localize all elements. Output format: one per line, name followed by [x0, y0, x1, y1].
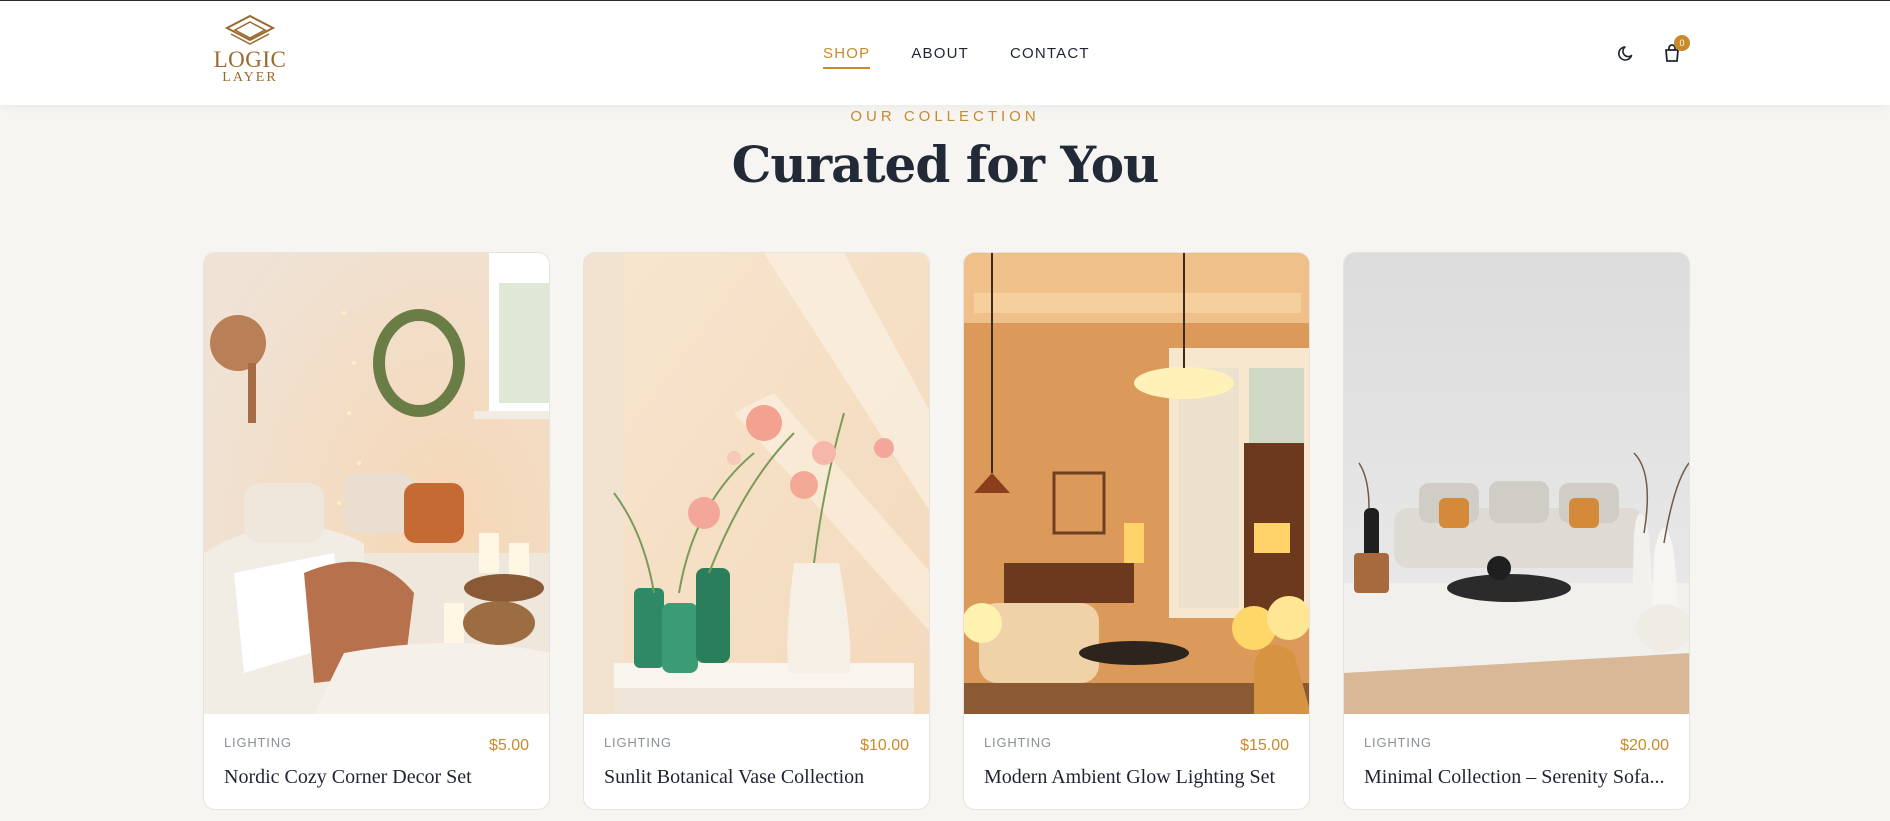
cart-count-badge: 0	[1674, 35, 1690, 51]
product-title[interactable]: Nordic Cozy Corner Decor Set	[224, 766, 534, 789]
product-price: $5.00	[488, 737, 529, 754]
product-category: LIGHTING	[984, 735, 1052, 750]
product-title[interactable]: Modern Ambient Glow Lighting Set	[984, 766, 1294, 789]
product-image[interactable]	[584, 253, 929, 714]
product-category: LIGHTING	[604, 735, 672, 750]
product-price: $20.00	[1620, 737, 1669, 754]
nav-contact[interactable]: CONTACT	[1010, 45, 1090, 69]
main-nav: SHOP ABOUT CONTACT	[823, 45, 1090, 69]
product-image[interactable]	[1344, 253, 1689, 714]
product-title[interactable]: Sunlit Botanical Vase Collection	[604, 766, 914, 789]
brand-name-line1: LOGIC	[213, 47, 287, 72]
product-image[interactable]	[204, 253, 549, 714]
nav-about[interactable]: ABOUT	[911, 45, 969, 69]
product-category: LIGHTING	[1364, 735, 1432, 750]
nav-shop[interactable]: SHOP	[823, 45, 871, 69]
product-meta: LIGHTING $20.00 Minimal Collection – Ser…	[1344, 714, 1689, 809]
section-eyebrow: OUR COLLECTION	[850, 108, 1040, 125]
product-grid: LIGHTING $5.00 Nordic Cozy Corner Decor …	[203, 252, 1690, 810]
product-meta: LIGHTING $10.00 Sunlit Botanical Vase Co…	[584, 714, 929, 809]
product-category: LIGHTING	[224, 735, 292, 750]
brand-logo[interactable]: LOGIC LAYER	[210, 14, 290, 92]
product-image[interactable]	[964, 253, 1309, 714]
product-title[interactable]: Minimal Collection – Serenity Sofa...	[1364, 766, 1674, 789]
logo-diamond-icon	[224, 14, 276, 45]
product-card[interactable]: LIGHTING $10.00 Sunlit Botanical Vase Co…	[583, 252, 930, 810]
product-card[interactable]: LIGHTING $20.00 Minimal Collection – Ser…	[1343, 252, 1690, 810]
product-meta: LIGHTING $15.00 Modern Ambient Glow Ligh…	[964, 714, 1309, 809]
product-meta: LIGHTING $5.00 Nordic Cozy Corner Decor …	[204, 714, 549, 809]
product-card[interactable]: LIGHTING $5.00 Nordic Cozy Corner Decor …	[203, 252, 550, 810]
product-card[interactable]: LIGHTING $15.00 Modern Ambient Glow Ligh…	[963, 252, 1310, 810]
product-price: $15.00	[1240, 737, 1289, 754]
site-header: LOGIC LAYER SHOP ABOUT CONTACT 0	[0, 1, 1890, 105]
section-title: Curated for You	[731, 135, 1160, 194]
brand-name-line2: LAYER	[222, 70, 278, 85]
moon-icon[interactable]	[1617, 43, 1637, 63]
product-price: $10.00	[860, 737, 909, 754]
